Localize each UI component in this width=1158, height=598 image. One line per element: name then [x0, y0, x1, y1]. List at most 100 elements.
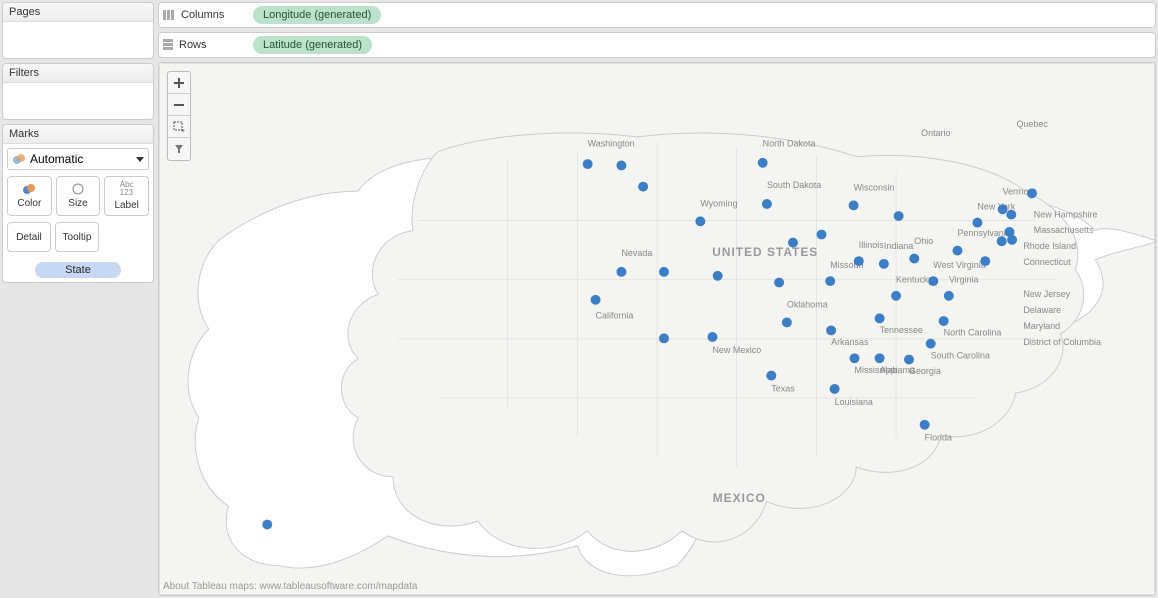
pages-label: Pages	[3, 3, 153, 22]
map-point[interactable]	[1005, 227, 1015, 237]
map-point[interactable]	[713, 271, 723, 281]
map-point[interactable]	[894, 211, 904, 221]
map-point[interactable]	[707, 332, 717, 342]
map-label: Arkansas	[831, 337, 869, 347]
mark-type-label: Automatic	[30, 152, 83, 166]
map-label: Virginia	[949, 275, 979, 285]
zoom-area-icon: +	[173, 121, 185, 133]
map-label: South Carolina	[931, 350, 990, 360]
map-label: Wisconsin	[854, 183, 895, 193]
map-label: Ohio	[914, 236, 933, 246]
zoom-area-button[interactable]: +	[168, 116, 190, 138]
map-label: New Jersey	[1023, 289, 1070, 299]
filters-shelf[interactable]: Filters	[2, 63, 154, 120]
map-label: New York	[977, 201, 1015, 211]
map-view[interactable]: WashingtonNorth DakotaSouth DakotaWyomin…	[158, 62, 1156, 596]
map-point[interactable]	[758, 158, 768, 168]
map-label: North Dakota	[763, 139, 816, 149]
state-pill[interactable]: State	[35, 262, 121, 278]
map-point[interactable]	[939, 316, 949, 326]
map-point[interactable]	[875, 353, 885, 363]
plus-icon	[173, 77, 185, 89]
mark-type-dropdown[interactable]: Automatic	[7, 148, 149, 170]
size-button[interactable]: Size	[56, 176, 101, 216]
map-label: Louisiana	[835, 397, 873, 407]
rows-pill-latitude[interactable]: Latitude (generated)	[253, 36, 372, 54]
map-canvas[interactable]: WashingtonNorth DakotaSouth DakotaWyomin…	[159, 63, 1155, 595]
map-label: District of Columbia	[1023, 337, 1101, 347]
zoom-out-button[interactable]	[168, 94, 190, 116]
columns-shelf[interactable]: Columns Longitude (generated)	[158, 2, 1156, 28]
map-point[interactable]	[998, 204, 1008, 214]
pages-shelf[interactable]: Pages	[2, 2, 154, 59]
map-point[interactable]	[850, 353, 860, 363]
rows-label: Rows	[179, 39, 207, 51]
map-label: Pennsylvania	[957, 228, 1010, 238]
rows-shelf[interactable]: Rows Latitude (generated)	[158, 32, 1156, 58]
map-label: Tennessee	[880, 325, 923, 335]
map-point[interactable]	[944, 291, 954, 301]
map-point[interactable]	[659, 333, 669, 343]
size-icon	[71, 183, 85, 195]
columns-icon	[163, 10, 175, 20]
map-point[interactable]	[826, 325, 836, 335]
map-point[interactable]	[849, 200, 859, 210]
map-point[interactable]	[766, 371, 776, 381]
map-point[interactable]	[830, 384, 840, 394]
map-point[interactable]	[788, 238, 798, 248]
columns-label: Columns	[181, 9, 224, 21]
map-point[interactable]	[891, 291, 901, 301]
map-point[interactable]	[926, 339, 936, 349]
map-point[interactable]	[972, 218, 982, 228]
map-point[interactable]	[904, 355, 914, 365]
map-label: Delaware	[1023, 305, 1061, 315]
map-point[interactable]	[928, 276, 938, 286]
map-label: Wyoming	[700, 199, 737, 209]
columns-pill-longitude[interactable]: Longitude (generated)	[253, 6, 381, 24]
map-point[interactable]	[782, 317, 792, 327]
map-point[interactable]	[879, 259, 889, 269]
map-point[interactable]	[774, 278, 784, 288]
map-label: Ontario	[921, 128, 950, 138]
map-point[interactable]	[1027, 188, 1037, 198]
map-label: Florida	[925, 433, 952, 443]
map-label: Texas	[771, 384, 795, 394]
marks-card: Marks Automatic Color Siz	[2, 124, 154, 283]
map-point[interactable]	[980, 256, 990, 266]
map-point[interactable]	[920, 420, 930, 430]
map-toolbar: +	[167, 71, 191, 161]
map-point[interactable]	[875, 313, 885, 323]
map-label: Rhode Island	[1023, 241, 1076, 251]
pin-button[interactable]	[168, 138, 190, 160]
filters-label: Filters	[3, 64, 153, 83]
map-point[interactable]	[591, 295, 601, 305]
map-label: Illinois	[859, 240, 884, 250]
map-point[interactable]	[695, 216, 705, 226]
map-point[interactable]	[616, 267, 626, 277]
tooltip-button[interactable]: Tooltip	[55, 222, 99, 252]
map-point[interactable]	[825, 276, 835, 286]
map-point[interactable]	[909, 254, 919, 264]
map-point[interactable]	[854, 256, 864, 266]
map-point[interactable]	[616, 161, 626, 171]
map-point[interactable]	[638, 182, 648, 192]
map-point[interactable]	[659, 267, 669, 277]
label-icon: Abc123	[120, 181, 134, 197]
map-label: Connecticut	[1023, 257, 1071, 267]
map-label: Washington	[588, 139, 635, 149]
map-point[interactable]	[1006, 210, 1016, 220]
detail-button[interactable]: Detail	[7, 222, 51, 252]
color-button[interactable]: Color	[7, 176, 52, 216]
map-point[interactable]	[953, 246, 963, 256]
map-label: Maryland	[1023, 321, 1060, 331]
map-point[interactable]	[583, 159, 593, 169]
zoom-in-button[interactable]	[168, 72, 190, 94]
map-label: Kentucky	[896, 275, 933, 285]
chevron-down-icon	[136, 157, 144, 162]
map-point[interactable]	[762, 199, 772, 209]
label-button[interactable]: Abc123 Label	[104, 176, 149, 216]
country-label: MEXICO	[713, 491, 766, 505]
map-point[interactable]	[817, 230, 827, 240]
map-point[interactable]	[997, 236, 1007, 246]
map-point[interactable]	[262, 520, 272, 530]
